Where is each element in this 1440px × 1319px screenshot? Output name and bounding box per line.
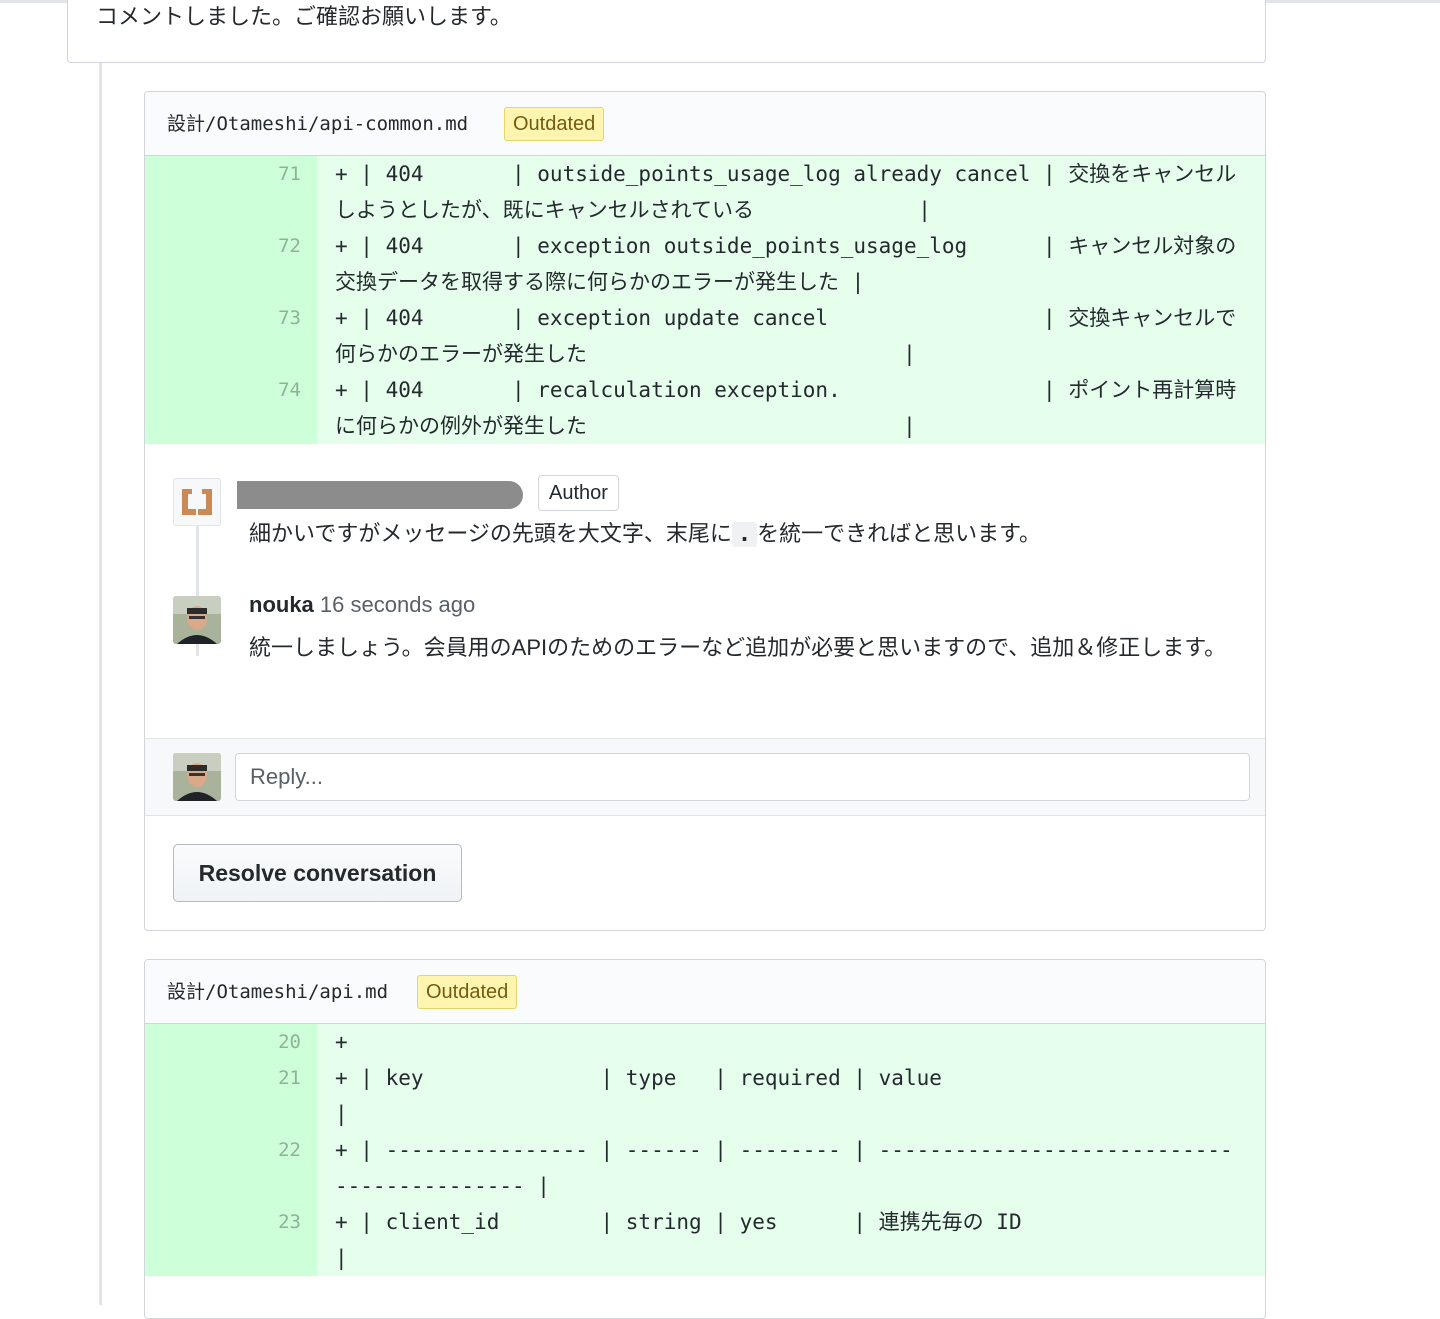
file-header: 設計/Otameshi/api-common.md Outdated (145, 92, 1265, 156)
comment-body: 細かいですがメッセージの先頭を大文字、末尾に. を統一できればと思います。 (249, 516, 1041, 553)
line-code: + | key | type | required | value | (335, 1066, 942, 1126)
line-number[interactable]: 73 (145, 306, 301, 330)
comment-text: 細かいですがメッセージの先頭を大文字、末尾に (249, 521, 732, 546)
inline-code: . (731, 522, 758, 547)
timeline-line (99, 63, 102, 1305)
comment-text: を統一できればと思います。 (757, 521, 1041, 546)
user-photo-avatar-icon (173, 753, 221, 801)
diff-snippet: 71 + | 404 | outside_points_usage_log al… (145, 156, 1265, 444)
redacted-author-name (237, 481, 523, 509)
line-code: + | 404 | outside_points_usage_log alrea… (335, 162, 1237, 222)
commenter-meta: nouka 16 seconds ago (249, 589, 475, 621)
outdated-badge: Outdated (504, 107, 605, 141)
previous-comment-text: コメントしました。ご確認お願いします。 (96, 4, 512, 29)
comment-timestamp-link[interactable]: 16 seconds ago (320, 592, 475, 617)
resolve-conversation-button[interactable]: Resolve conversation (173, 844, 462, 902)
diff-snippet: 20 + 21 + | key | type | required | valu… (145, 1024, 1265, 1276)
line-code: + | 404 | recalculation exception. | ポイン… (335, 378, 1237, 438)
reply-input[interactable] (235, 753, 1250, 801)
line-number[interactable]: 21 (145, 1066, 301, 1090)
line-number[interactable]: 23 (145, 1210, 301, 1234)
review-thread-api-common: 設計/Otameshi/api-common.md Outdated 71 + … (144, 91, 1266, 931)
line-code: + | client_id | string | yes | 連携先毎の ID … (335, 1210, 1022, 1270)
line-number[interactable]: 22 (145, 1138, 301, 1162)
resolve-row: Resolve conversation (145, 816, 1265, 928)
user-photo-avatar-icon[interactable] (173, 596, 221, 644)
review-thread-api: 設計/Otameshi/api.md Outdated 20 + 21 + | … (144, 959, 1266, 1319)
line-number[interactable]: 71 (145, 162, 301, 186)
line-number[interactable]: 20 (145, 1030, 301, 1054)
file-path-link[interactable]: 設計/Otameshi/api.md (167, 978, 388, 1006)
line-code: + (335, 1030, 348, 1054)
comment-thread: Author 細かいですがメッセージの先頭を大文字、末尾に. を統一できればと思い… (145, 444, 1265, 739)
file-header: 設計/Otameshi/api.md Outdated (145, 960, 1265, 1024)
previous-comment-card: コメントしました。ご確認お願いします。 (67, 0, 1266, 63)
author-badge: Author (538, 475, 619, 511)
comment-body: 統一しましょう。会員用のAPIのためのエラーなど追加が必要と思いますので、追加＆… (249, 635, 1227, 660)
bracket-logo-avatar-icon[interactable] (173, 478, 221, 526)
line-number[interactable]: 74 (145, 378, 301, 402)
outdated-badge: Outdated (417, 975, 518, 1009)
line-code: + | 404 | exception outside_points_usage… (335, 234, 1237, 294)
commenter-name-link[interactable]: nouka (249, 592, 314, 617)
line-code: + | ---------------- | ------ | --------… (335, 1138, 1233, 1198)
reply-row (145, 739, 1265, 816)
file-path-link[interactable]: 設計/Otameshi/api-common.md (167, 110, 468, 138)
line-number[interactable]: 72 (145, 234, 301, 258)
line-code: + | 404 | exception update cancel | 交換キャ… (335, 306, 1237, 366)
